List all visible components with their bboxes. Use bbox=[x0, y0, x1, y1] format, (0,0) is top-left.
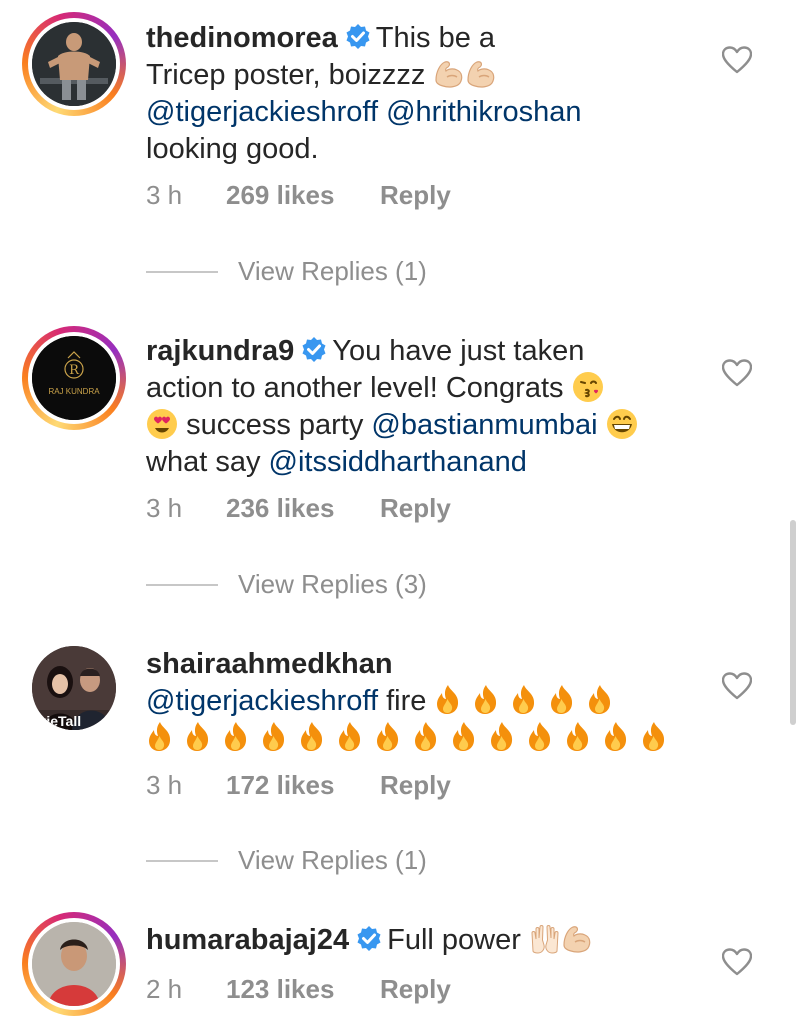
heart-eyes-emoji bbox=[147, 409, 177, 439]
view-replies-button[interactable]: View Replies (3) bbox=[146, 569, 427, 600]
view-replies-label: View Replies (1) bbox=[238, 845, 427, 875]
view-replies-label: View Replies (1) bbox=[238, 256, 427, 286]
fire-emoji bbox=[605, 722, 627, 751]
comment-text: humarabajaj24 Full power bbox=[146, 922, 706, 959]
fire-emoji-row bbox=[146, 722, 678, 754]
fire-emoji bbox=[415, 722, 437, 751]
comment-body: This be a bbox=[375, 22, 496, 54]
verified-badge-icon bbox=[301, 336, 328, 364]
view-replies-button[interactable]: View Replies (1) bbox=[146, 845, 427, 876]
comment-body: fire bbox=[386, 685, 427, 717]
fire-emoji bbox=[437, 685, 459, 714]
comment-body: looking good. bbox=[146, 133, 319, 165]
svg-text:RAJ KUNDRA: RAJ KUNDRA bbox=[48, 387, 100, 396]
comment-body: You have just taken bbox=[332, 335, 585, 367]
comment-time: 2 h bbox=[146, 974, 183, 1004]
heart-icon[interactable] bbox=[722, 948, 752, 976]
fire-emoji bbox=[589, 685, 611, 714]
comment-text: shairaahmedkhan @tigerjackieshroff fire bbox=[146, 646, 706, 757]
avatar[interactable]: ovieTall bbox=[22, 636, 126, 740]
comment-body: Full power bbox=[387, 924, 521, 956]
muscle-emoji bbox=[467, 61, 495, 88]
mention-link[interactable]: @tigerjackieshroff bbox=[146, 96, 378, 128]
mention-link[interactable]: @tigerjackieshroff bbox=[146, 685, 378, 717]
raising-hands-emoji bbox=[531, 925, 559, 954]
grinning-face-emoji bbox=[605, 408, 638, 440]
divider bbox=[146, 859, 218, 862]
avatar[interactable] bbox=[22, 912, 126, 1016]
view-replies-button[interactable]: View Replies (1) bbox=[146, 256, 427, 287]
likes-count[interactable]: 236 likes bbox=[226, 493, 380, 524]
heart-icon[interactable] bbox=[722, 672, 752, 700]
comment-body: Tricep poster, boizzzz bbox=[146, 59, 426, 91]
fire-emoji bbox=[301, 722, 323, 751]
heart-icon[interactable] bbox=[722, 359, 752, 387]
fire-emoji bbox=[453, 722, 475, 751]
fire-emoji bbox=[225, 722, 247, 751]
mention-link[interactable]: @bastianmumbai bbox=[371, 409, 597, 441]
heart-icon[interactable] bbox=[722, 46, 752, 74]
fire-emoji bbox=[187, 722, 209, 751]
raj-kundra-logo: R RAJ KUNDRA bbox=[32, 336, 116, 420]
likes-count[interactable]: 172 likes bbox=[226, 770, 380, 801]
scrollbar[interactable] bbox=[790, 520, 796, 725]
fire-emoji bbox=[339, 722, 361, 751]
username-link[interactable]: rajkundra9 bbox=[146, 335, 294, 367]
mention-link[interactable]: @itssiddharthanand bbox=[269, 446, 527, 478]
divider bbox=[146, 583, 218, 586]
verified-badge-icon bbox=[344, 23, 371, 51]
fire-emoji bbox=[567, 722, 589, 751]
fire-emoji bbox=[513, 685, 535, 714]
reply-button[interactable]: Reply bbox=[380, 180, 451, 211]
fire-emoji-row bbox=[434, 685, 624, 717]
likes-count[interactable]: 123 likes bbox=[226, 974, 380, 1005]
mention-link[interactable]: @hrithikroshan bbox=[386, 96, 581, 128]
reply-button[interactable]: Reply bbox=[380, 974, 451, 1005]
fire-emoji bbox=[491, 722, 513, 751]
fire-emoji bbox=[643, 722, 665, 751]
kissing-face-emoji bbox=[571, 371, 604, 403]
fire-emoji bbox=[475, 685, 497, 714]
divider bbox=[146, 270, 218, 273]
avatar[interactable] bbox=[22, 12, 126, 116]
verified-badge-icon bbox=[356, 925, 383, 953]
view-replies-label: View Replies (3) bbox=[238, 569, 427, 599]
username-link[interactable]: thedinomorea bbox=[146, 22, 338, 54]
fire-emoji bbox=[149, 722, 171, 751]
reply-button[interactable]: Reply bbox=[380, 770, 451, 801]
comment-body: what say bbox=[146, 446, 261, 478]
comment-text: rajkundra9 You have just taken action to … bbox=[146, 333, 706, 481]
reply-button[interactable]: Reply bbox=[380, 493, 451, 524]
fire-emoji bbox=[529, 722, 551, 751]
fire-emoji bbox=[377, 722, 399, 751]
username-link[interactable]: shairaahmedkhan bbox=[146, 648, 393, 680]
muscle-emoji bbox=[435, 61, 463, 88]
comment-body: action to another level! Congrats bbox=[146, 372, 564, 404]
comment-body: success party bbox=[186, 409, 364, 441]
svg-text:R: R bbox=[69, 363, 80, 378]
likes-count[interactable]: 269 likes bbox=[226, 180, 380, 211]
svg-text:ovieTall: ovieTall bbox=[32, 713, 81, 729]
comment-time: 3 h bbox=[146, 770, 183, 800]
comment-time: 3 h bbox=[146, 180, 183, 210]
comment-time: 3 h bbox=[146, 493, 183, 523]
username-link[interactable]: humarabajaj24 bbox=[146, 924, 349, 956]
muscle-emoji bbox=[563, 926, 591, 953]
comment-text: thedinomorea This be a Tricep poster, boi… bbox=[146, 20, 706, 168]
fire-emoji bbox=[263, 722, 285, 751]
fire-emoji bbox=[551, 685, 573, 714]
avatar[interactable]: R RAJ KUNDRA bbox=[22, 326, 126, 430]
